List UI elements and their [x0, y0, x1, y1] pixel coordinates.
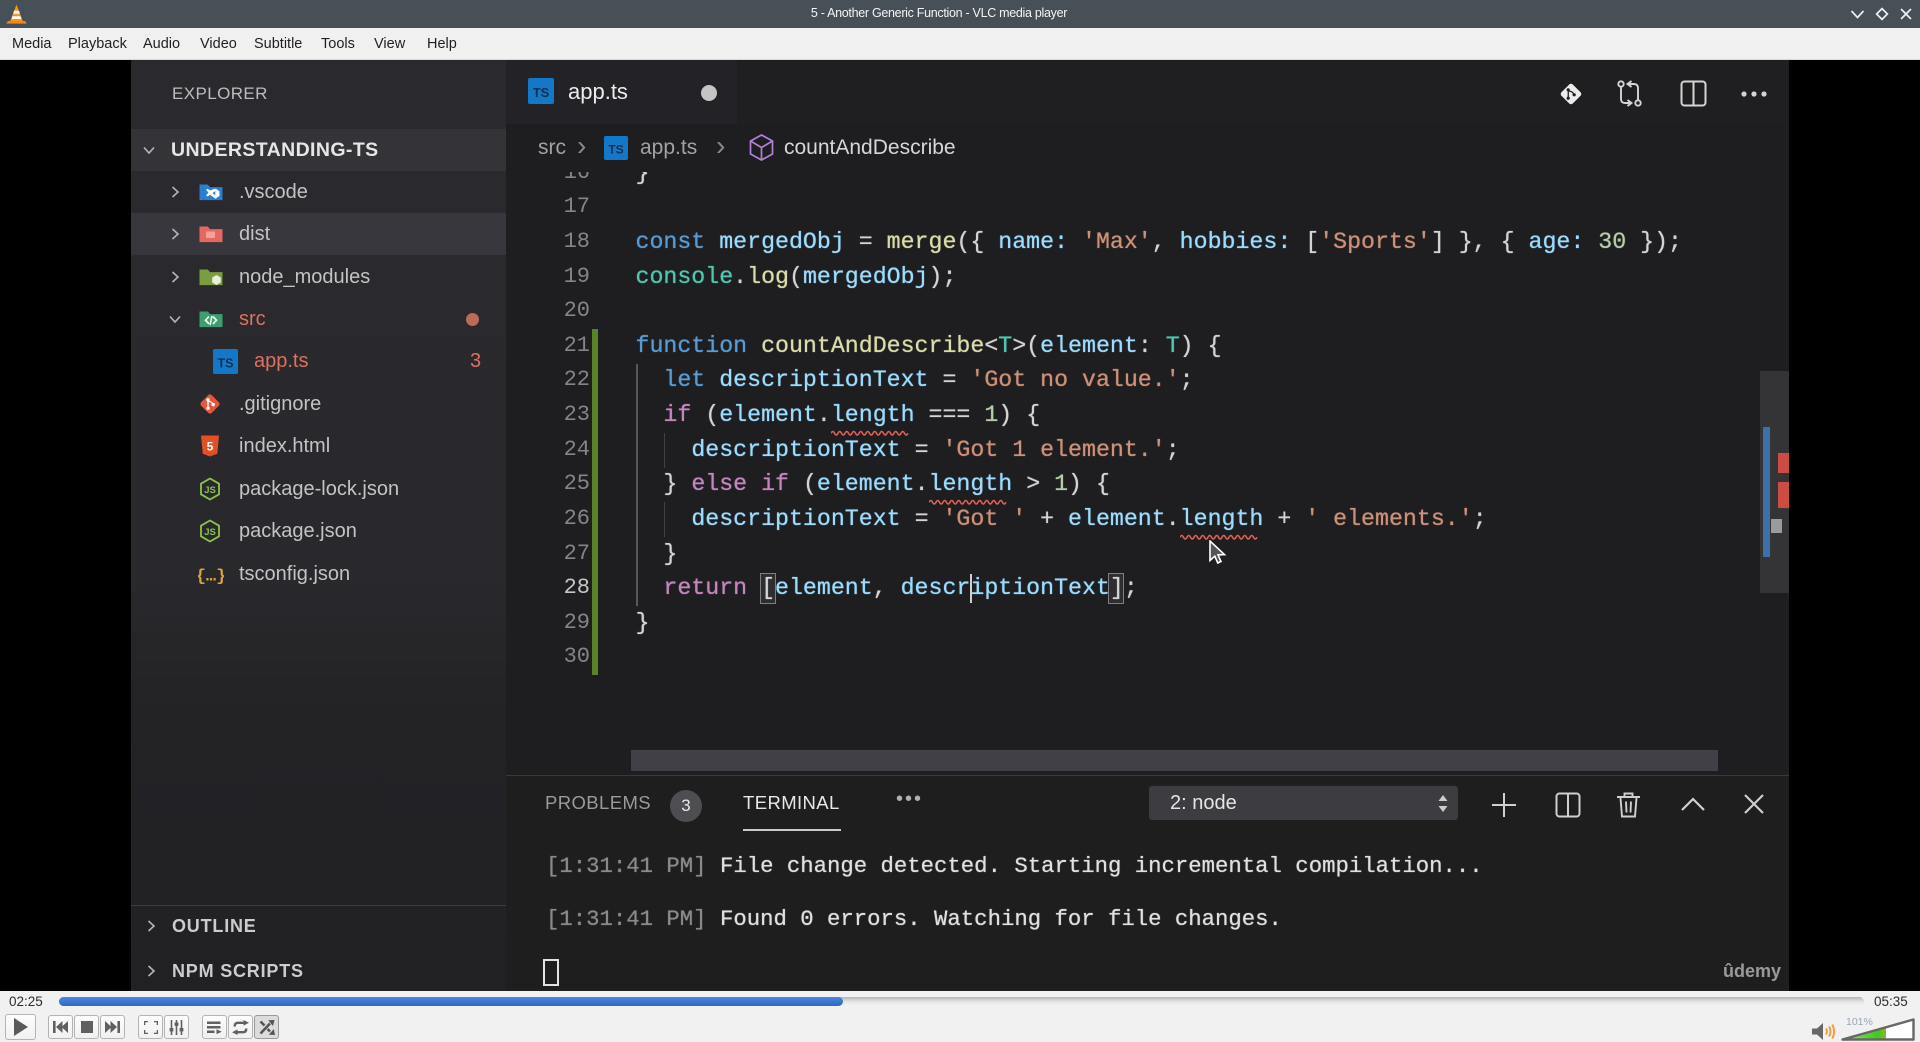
svg-text:JS: JS: [204, 485, 216, 496]
svg-text:JS: JS: [204, 527, 216, 538]
svg-text:5: 5: [207, 440, 214, 454]
svg-text:TS: TS: [218, 356, 234, 370]
svg-text:TS: TS: [608, 143, 623, 157]
svg-text:{…}: {…}: [198, 567, 224, 586]
svg-text:TS: TS: [533, 85, 550, 100]
